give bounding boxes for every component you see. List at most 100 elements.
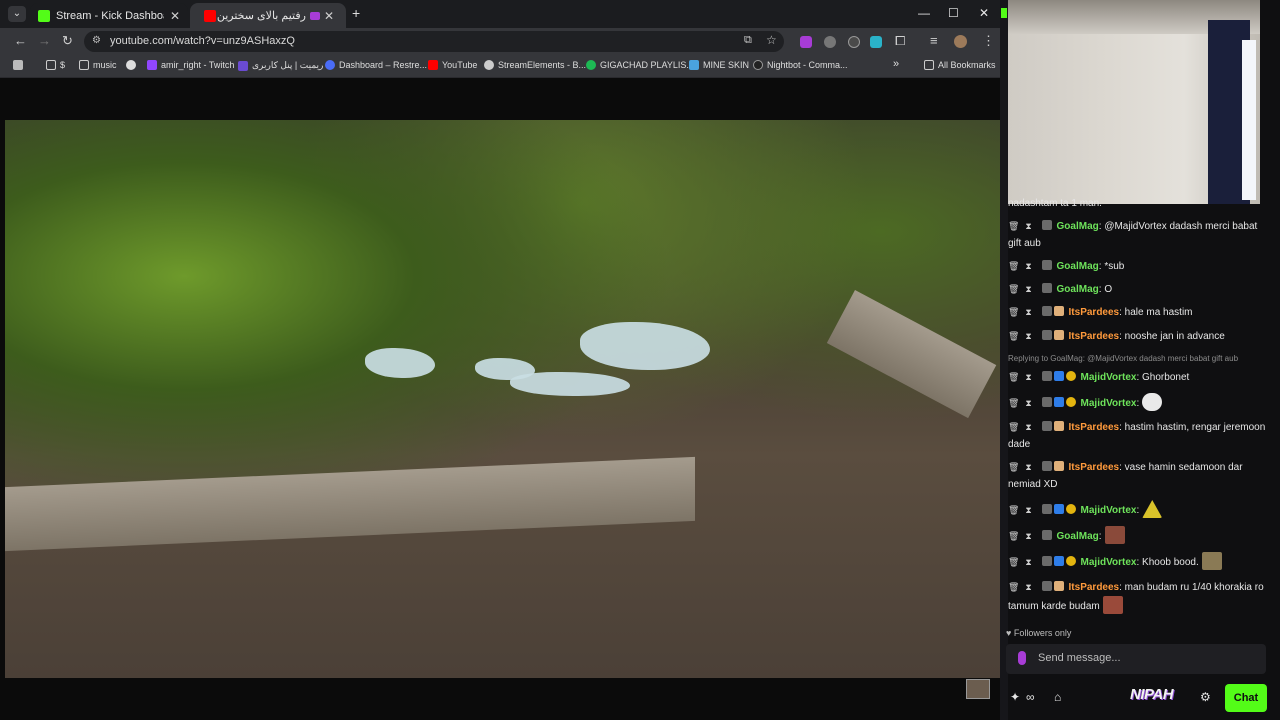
bookmark-globe[interactable]	[126, 60, 140, 70]
tab-title: Stream - Kick Dashboard	[56, 9, 164, 22]
emote-icon[interactable]	[1104, 526, 1125, 544]
mineskin-icon	[689, 60, 699, 70]
tab-youtube-video[interactable]: ✕ رفتیم بالای سخترین کوه برای	[190, 3, 346, 28]
reload-icon[interactable]: ↻	[62, 34, 73, 48]
forward-icon[interactable]: →	[38, 34, 51, 48]
folder-icon	[924, 60, 934, 70]
maximize-button[interactable]: ☐	[948, 6, 959, 20]
site-info-icon[interactable]: ⚙	[92, 35, 101, 46]
bookmark-mineskin[interactable]: MINE SKIN	[689, 60, 749, 70]
moderator-badge-icon	[1041, 581, 1052, 591]
menu-icon[interactable]: ⋮	[982, 34, 995, 48]
kick-icon	[1001, 8, 1007, 18]
settings-icon[interactable]: ⚙	[1200, 690, 1211, 704]
message-tools-icon[interactable]: 🗑⧗	[1008, 284, 1038, 294]
chat-username[interactable]: ItsPardees	[1069, 331, 1120, 342]
message-tools-icon[interactable]: 🗑⧗	[1008, 331, 1038, 341]
chat-username[interactable]: GoalMag	[1057, 221, 1099, 232]
bookmark-nightbot[interactable]: Nightbot - Comma...	[753, 60, 848, 70]
chat-username[interactable]: GoalMag	[1057, 261, 1099, 272]
close-icon[interactable]: ✕	[324, 9, 334, 23]
concrete-curb	[826, 290, 997, 419]
chat-username[interactable]: GoalMag	[1057, 284, 1099, 295]
chat-username[interactable]: ItsPardees	[1069, 462, 1120, 473]
extension-icon[interactable]	[870, 36, 882, 48]
minimize-button[interactable]: —	[918, 6, 930, 20]
send-message-input[interactable]: Send message...	[1006, 644, 1266, 674]
infinity-icon[interactable]: ∞	[1026, 690, 1035, 704]
bookmark-restream[interactable]: Dashboard – Restre...	[325, 60, 427, 70]
new-tab-button[interactable]: +	[352, 5, 360, 21]
emote-icon[interactable]	[1201, 552, 1222, 570]
chat-message: 🗑⧗ GoalMag: *sub	[1008, 258, 1270, 275]
chat-username[interactable]: ItsPardees	[1069, 422, 1120, 433]
bookmark-folder[interactable]: music	[79, 60, 117, 70]
bookmarks-overflow-button[interactable]: »	[893, 58, 899, 70]
moderator-badge-icon	[1041, 306, 1052, 316]
chat-text: : *sub	[1098, 261, 1125, 272]
chat-username[interactable]: MajidVortex	[1081, 557, 1137, 568]
emote-picker-icon[interactable]: ✦	[1010, 690, 1020, 704]
chat-send-button[interactable]: Chat	[1225, 684, 1267, 712]
extension-icon[interactable]	[848, 36, 860, 48]
cast-icon[interactable]: ⧉	[744, 34, 752, 47]
tab-search-icon[interactable]: ≡	[930, 34, 938, 48]
avatar[interactable]	[954, 35, 967, 48]
chat-username[interactable]: ItsPardees	[1069, 307, 1120, 318]
extension-icon[interactable]	[824, 36, 836, 48]
message-tools-icon[interactable]: 🗑⧗	[1008, 505, 1038, 515]
chat-username[interactable]: MajidVortex	[1081, 398, 1137, 409]
message-tools-icon[interactable]: 🗑⧗	[1008, 307, 1038, 317]
all-bookmarks-button[interactable]: All Bookmarks	[924, 60, 996, 70]
extension-icon[interactable]	[800, 36, 812, 48]
message-tools-icon[interactable]: 🗑⧗	[1008, 422, 1038, 432]
bookmark-star-icon[interactable]: ☆	[766, 33, 777, 47]
message-tools-icon[interactable]: 🗑⧗	[1008, 462, 1038, 472]
emote-icon[interactable]	[1142, 393, 1163, 411]
tab-kick-dashboard[interactable]: Stream - Kick Dashboard ✕	[30, 3, 188, 28]
snow-patch	[510, 372, 630, 396]
tab-bar: ⌄ Stream - Kick Dashboard ✕ ✕ رفتیم بالا…	[0, 0, 1000, 28]
close-icon[interactable]: ✕	[170, 9, 180, 23]
video-frame[interactable]	[5, 120, 1000, 678]
message-tools-icon[interactable]: 🗑⧗	[1008, 221, 1038, 231]
bookmark-youtube[interactable]: YouTube	[428, 60, 477, 70]
bookmark-twitch[interactable]: amir_right - Twitch	[147, 60, 234, 70]
close-window-button[interactable]: ✕	[979, 6, 989, 20]
microphone-icon[interactable]	[1018, 651, 1026, 665]
chat-text: :	[1136, 398, 1140, 409]
chat-message: 🗑⧗ ItsPardees: hale ma hastim	[1008, 304, 1270, 321]
message-tools-icon[interactable]: 🗑⧗	[1008, 531, 1038, 541]
message-tools-icon[interactable]: 🗑⧗	[1008, 557, 1038, 567]
chat-username[interactable]: MajidVortex	[1081, 505, 1137, 516]
chat-username[interactable]: GoalMag	[1057, 531, 1099, 542]
chat-username[interactable]: ItsPardees	[1069, 582, 1120, 593]
address-bar[interactable]: ⚙ youtube.com/watch?v=unz9ASHaxzQ ⧉ ☆	[84, 31, 784, 52]
emote-icon[interactable]	[1102, 596, 1123, 614]
message-tools-icon[interactable]: 🗑⧗	[1008, 582, 1038, 592]
back-icon[interactable]: ←	[14, 34, 27, 48]
emote-icon[interactable]	[1142, 500, 1163, 518]
tab-search-button[interactable]: ⌄	[8, 6, 26, 22]
message-tools-icon[interactable]: 🗑⧗	[1008, 261, 1038, 271]
bookmark-folder[interactable]: $	[46, 60, 65, 70]
toolbar: ← → ↻ ⚙ youtube.com/watch?v=unz9ASHaxzQ …	[0, 28, 1000, 54]
spotify-icon	[586, 60, 596, 70]
streamelements-icon	[484, 60, 494, 70]
youtube-icon	[204, 9, 216, 22]
reply-notice[interactable]: Replying to GoalMag: @MajidVortex dadash…	[1008, 354, 1238, 363]
store-icon[interactable]: ⌂	[1054, 690, 1061, 704]
video-thumbnail[interactable]	[966, 679, 990, 699]
message-tools-icon[interactable]: 🗑⧗	[1008, 398, 1038, 408]
moderator-badge-icon	[1041, 530, 1052, 540]
video-player[interactable]	[0, 78, 1000, 720]
extensions-puzzle-icon[interactable]: ⧠	[895, 34, 905, 48]
moderator-badge-icon	[1041, 461, 1052, 471]
chat-message: 🗑⧗ ItsPardees: hastim hastim, rengar jer…	[1008, 419, 1270, 453]
chat-username[interactable]: MajidVortex	[1081, 372, 1137, 383]
message-tools-icon[interactable]: 🗑⧗	[1008, 372, 1038, 382]
bookmark-spotify[interactable]: GIGACHAD PLAYLIS...	[586, 60, 694, 70]
bookmark-remit[interactable]: ریمیت | پنل کاربری	[238, 60, 323, 71]
bookmark-streamelements[interactable]: StreamElements - B...	[484, 60, 586, 70]
apps-icon[interactable]	[13, 60, 27, 70]
